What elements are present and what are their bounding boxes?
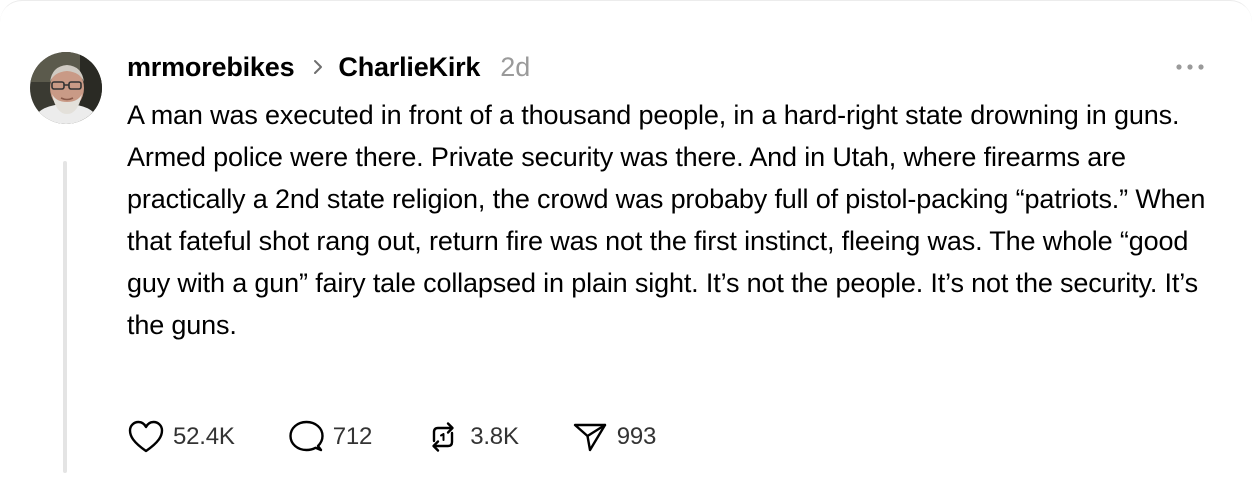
repost-button[interactable]: 3.8K xyxy=(424,419,519,455)
more-horizontal-icon xyxy=(1176,64,1204,70)
send-icon xyxy=(573,423,606,452)
share-count: 993 xyxy=(616,423,657,450)
action-bar: 52.4K 712 3.8K 993 xyxy=(127,417,708,457)
username[interactable]: mrmorebikes xyxy=(127,52,295,83)
comment-button[interactable]: 712 xyxy=(287,419,372,455)
thread-line xyxy=(63,161,67,473)
repost-count: 3.8K xyxy=(470,423,519,450)
comment-count: 712 xyxy=(332,423,373,450)
like-count: 52.4K xyxy=(173,423,235,450)
post-header: mrmorebikes CharlieKirk 2d xyxy=(127,49,530,85)
more-options-button[interactable] xyxy=(1170,55,1210,79)
repost-icon xyxy=(432,422,454,452)
avatar[interactable] xyxy=(30,52,102,124)
community-name[interactable]: CharlieKirk xyxy=(338,52,480,83)
like-button[interactable]: 52.4K xyxy=(127,419,235,455)
share-button[interactable]: 993 xyxy=(571,419,656,455)
post-card: mrmorebikes CharlieKirk 2d A man was exe… xyxy=(0,0,1252,492)
comment-bubble-icon xyxy=(289,420,324,452)
avatar-image xyxy=(30,52,102,124)
post-body: A man was executed in front of a thousan… xyxy=(127,100,1206,340)
heart-icon xyxy=(128,420,164,453)
chevron-right-icon xyxy=(312,59,324,75)
post-time: 2d xyxy=(500,51,531,82)
